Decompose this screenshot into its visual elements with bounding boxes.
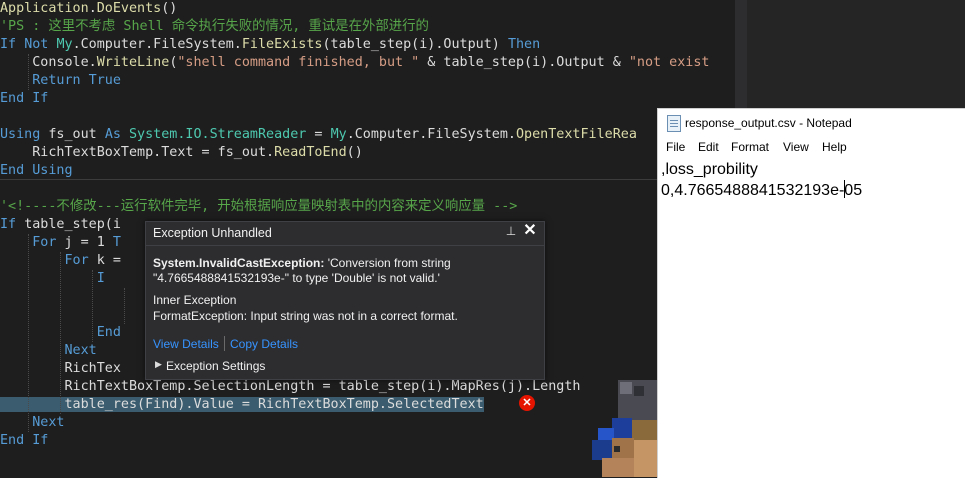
code-token: '<!----不修改---运行软件完毕, 开始根据响应量映射表中的内容来定义响应… bbox=[0, 199, 518, 214]
exception-title: Exception Unhandled bbox=[153, 226, 272, 240]
code-token: table_step(i bbox=[24, 217, 121, 232]
code-token: j = 1 bbox=[64, 235, 113, 250]
code-line[interactable]: Return True bbox=[0, 72, 121, 90]
code-token: = bbox=[306, 127, 331, 142]
code-line[interactable]: RichTextBoxTemp.Text = fs_out.ReadToEnd(… bbox=[0, 144, 363, 162]
indent-guide bbox=[124, 288, 125, 324]
code-token: System.IO.StreamReader bbox=[129, 127, 307, 142]
indent-guide bbox=[60, 252, 61, 414]
code-token: fs_out bbox=[48, 127, 105, 142]
code-token: WriteLine bbox=[96, 55, 170, 70]
code-token: .Computer.FileSystem. bbox=[72, 37, 242, 52]
code-line[interactable]: '<!----不修改---运行软件完毕, 开始根据响应量映射表中的内容来定义响应… bbox=[0, 198, 517, 216]
indent-guide bbox=[28, 234, 29, 432]
text-line-2-part-1: 0,4.7665488841532193e- bbox=[661, 182, 845, 199]
close-icon[interactable]: ✕ bbox=[522, 223, 538, 239]
code-token: OpenTextFileRea bbox=[516, 127, 637, 142]
code-token: 'PS : 这里不考虑 Shell 命令执行失败的情况, 重试是在外部进行的 bbox=[0, 19, 429, 34]
code-token: "shell command finished, but " bbox=[177, 55, 420, 70]
inner-exception-heading: Inner Exception bbox=[153, 293, 237, 307]
text-line-2-part-2: 05 bbox=[844, 182, 863, 199]
menu-edit[interactable]: Edit bbox=[698, 140, 719, 154]
code-token: (table_step(i).Output) bbox=[322, 37, 508, 52]
inner-exception-message: FormatException: Input string was not in… bbox=[153, 309, 458, 323]
indent-guide bbox=[92, 270, 93, 342]
code-token: FileExists bbox=[241, 37, 323, 52]
code-line[interactable]: 'PS : 这里不考虑 Shell 命令执行失败的情况, 重试是在外部进行的 bbox=[0, 18, 429, 36]
code-token: Application bbox=[0, 1, 89, 16]
code-token: My bbox=[330, 127, 347, 142]
text-line-1: ,loss_probility bbox=[661, 161, 758, 178]
code-line[interactable]: End If bbox=[0, 432, 48, 450]
menu-help[interactable]: Help bbox=[822, 140, 847, 154]
code-token: RichTextBoxTemp.Text = fs_out. bbox=[0, 145, 275, 160]
code-token: .Computer.FileSystem. bbox=[346, 127, 516, 142]
code-token: As bbox=[104, 127, 129, 142]
view-details-link[interactable]: View Details bbox=[153, 337, 219, 351]
code-token: If bbox=[0, 37, 25, 52]
code-line[interactable]: If table_step(i bbox=[0, 216, 121, 234]
menu-file[interactable]: File bbox=[666, 140, 685, 154]
code-token: If bbox=[0, 217, 25, 232]
code-token: My bbox=[56, 37, 73, 52]
code-token: Return True bbox=[0, 73, 121, 88]
code-token: End If bbox=[0, 91, 49, 106]
code-line[interactable]: Using fs_out As System.IO.StreamReader =… bbox=[0, 126, 637, 144]
code-line[interactable]: If Not My.Computer.FileSystem.FileExists… bbox=[0, 36, 540, 54]
code-token: & table_step(i).Output & bbox=[419, 55, 629, 70]
pin-icon[interactable]: ⊥ bbox=[504, 224, 518, 238]
code-token: RichTextBoxTemp.SelectionLength = table_… bbox=[0, 379, 581, 394]
link-divider bbox=[224, 336, 225, 351]
code-token: Console. bbox=[0, 55, 97, 70]
menu-format[interactable]: Format bbox=[731, 140, 769, 154]
code-line[interactable]: End Using bbox=[0, 162, 73, 180]
notepad-text-area[interactable]: ,loss_probility 0,4.7665488841532193e-05 bbox=[661, 159, 862, 201]
exception-divider bbox=[146, 245, 544, 246]
code-token: I bbox=[96, 271, 105, 286]
exception-message: System.InvalidCastException: 'Conversion… bbox=[153, 256, 538, 286]
copy-details-link[interactable]: Copy Details bbox=[230, 337, 298, 351]
exception-popup: Exception Unhandled ⊥ ✕ System.InvalidCa… bbox=[145, 221, 545, 380]
notepad-icon bbox=[667, 115, 681, 132]
method-separator bbox=[0, 179, 735, 180]
code-token: ReadToEnd bbox=[274, 145, 347, 160]
code-token: Next bbox=[0, 415, 65, 430]
code-token: . bbox=[88, 1, 97, 16]
notepad-window: response_output.csv - Notepad File Edit … bbox=[657, 108, 965, 478]
code-token: () bbox=[161, 1, 178, 16]
code-token: () bbox=[346, 145, 363, 160]
error-icon: ✕ bbox=[519, 395, 535, 411]
code-token: For bbox=[0, 235, 65, 250]
exception-settings-toggle[interactable]: Exception Settings bbox=[166, 359, 265, 373]
indent-guide bbox=[28, 54, 29, 90]
notepad-title: response_output.csv - Notepad bbox=[685, 116, 852, 130]
exception-type: System.InvalidCastException: bbox=[153, 256, 325, 270]
code-token: End Using bbox=[0, 163, 73, 178]
code-line[interactable]: Next bbox=[0, 414, 65, 432]
code-token: End If bbox=[0, 433, 49, 448]
code-token: T bbox=[112, 235, 121, 250]
code-token: Next bbox=[0, 343, 97, 358]
expand-arrow-icon[interactable]: ▶ bbox=[155, 359, 162, 370]
code-token: Not bbox=[24, 37, 57, 52]
code-token: Using bbox=[0, 127, 49, 142]
code-line[interactable]: RichTextBoxTemp.SelectionLength = table_… bbox=[0, 378, 580, 396]
menu-view[interactable]: View bbox=[783, 140, 809, 154]
code-token: k = bbox=[96, 253, 121, 268]
notepad-menubar: File Edit Format View Help bbox=[658, 139, 965, 157]
code-token: Then bbox=[507, 37, 541, 52]
code-line[interactable]: table_res(Find).Value = RichTextBoxTemp.… bbox=[0, 396, 484, 414]
code-line[interactable]: Next bbox=[0, 342, 97, 360]
code-line[interactable]: Application.DoEvents() bbox=[0, 0, 177, 18]
code-line[interactable]: For j = 1 T bbox=[0, 234, 121, 252]
avatar-image bbox=[592, 380, 657, 477]
code-line[interactable]: End If bbox=[0, 90, 48, 108]
code-line[interactable]: Console.WriteLine("shell command finishe… bbox=[0, 54, 709, 72]
code-token: DoEvents bbox=[96, 1, 162, 16]
code-token: For bbox=[0, 253, 97, 268]
code-token: "not exist bbox=[628, 55, 710, 70]
highlighted-code-token: table_res(Find).Value = RichTextBoxTemp.… bbox=[0, 397, 484, 412]
